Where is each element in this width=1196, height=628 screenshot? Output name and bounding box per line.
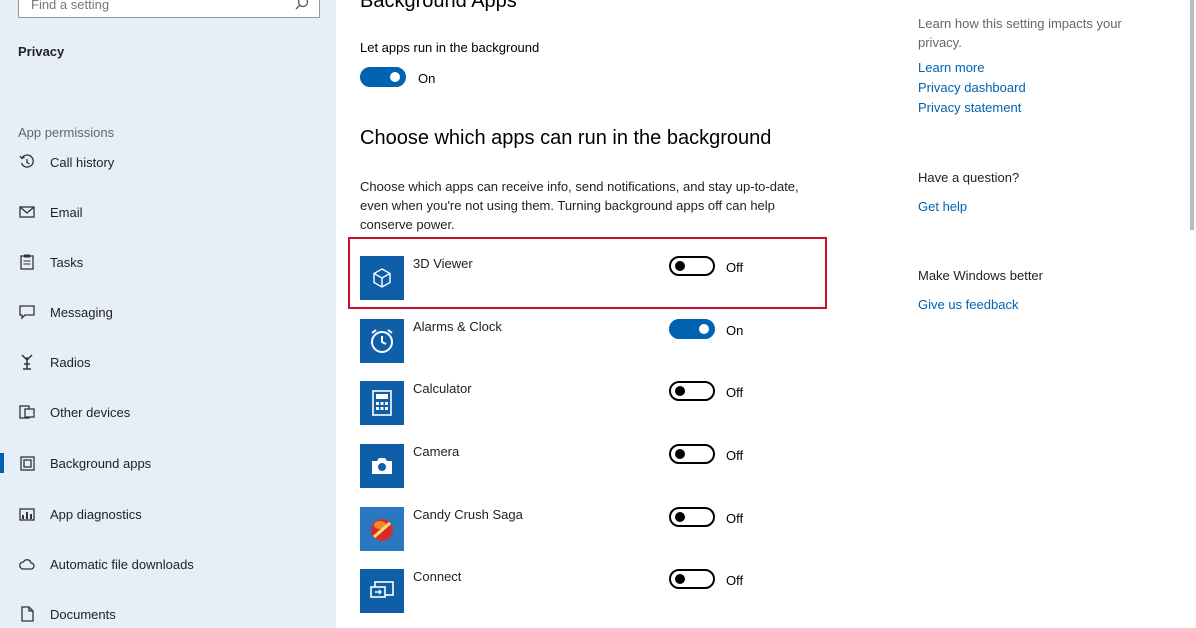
radios-icon [18, 353, 36, 371]
sidebar-item-label: App diagnostics [50, 506, 142, 522]
make-windows-better-heading: Make Windows better [918, 268, 1043, 283]
sidebar-item-other-devices[interactable]: Other devices [0, 392, 336, 432]
app-toggle-alarms-clock[interactable] [669, 319, 715, 339]
sidebar-item-label: Automatic file downloads [50, 556, 194, 572]
app-row-calculator: Calculator Off [360, 375, 830, 425]
connect-icon [360, 569, 404, 613]
app-toggle-candy-crush-saga[interactable] [669, 507, 715, 527]
sidebar-item-tasks[interactable]: Tasks [0, 242, 336, 282]
document-icon [18, 605, 36, 623]
cloud-icon [18, 555, 36, 573]
candy-icon [360, 507, 404, 551]
app-toggle-camera[interactable] [669, 444, 715, 464]
search-icon[interactable] [295, 0, 309, 10]
master-toggle-state: On [418, 71, 436, 86]
learn-more-link[interactable]: Learn more [918, 60, 984, 75]
app-name: Calculator [413, 381, 472, 396]
search-box[interactable]: Find a setting [18, 0, 320, 18]
email-icon [18, 203, 36, 221]
app-toggle-state: On [726, 323, 744, 338]
main-content: Background Apps Let apps run in the back… [336, 0, 896, 628]
app-toggle-state: Off [726, 573, 744, 588]
background-apps-icon [18, 454, 36, 472]
sidebar-item-call-history[interactable]: Call history [0, 142, 336, 182]
app-toggle-state: Off [726, 511, 744, 526]
toggle-knob [675, 449, 685, 459]
search-input[interactable]: Find a setting [31, 0, 109, 12]
sidebar-item-radios[interactable]: Radios [0, 342, 336, 382]
camera-icon [360, 444, 404, 488]
sidebar-item-label: Tasks [50, 254, 84, 270]
app-toggle-connect[interactable] [669, 569, 715, 589]
app-name: Connect [413, 569, 462, 584]
impact-text: Learn how this setting impacts your priv… [918, 16, 1122, 50]
diagnostics-icon [18, 505, 36, 523]
sidebar-item-label: Other devices [50, 404, 131, 420]
history-icon [18, 153, 36, 171]
sidebar-item-documents[interactable]: Documents [0, 594, 336, 628]
get-help-link[interactable]: Get help [918, 199, 967, 214]
tasks-icon [18, 253, 36, 271]
app-row-candy-crush-saga: Candy Crush Saga Off [360, 501, 830, 551]
app-name: Candy Crush Saga [413, 507, 523, 522]
toggle-knob [675, 574, 685, 584]
related-pane: Learn how this setting impacts your priv… [896, 0, 1196, 628]
sidebar-item-label: Background apps [50, 455, 152, 471]
sidebar-item-messaging[interactable]: Messaging [0, 292, 336, 332]
let-apps-label: Let apps run in the background [360, 40, 540, 55]
scrollbar[interactable] [1190, 0, 1194, 230]
section-title: Privacy [18, 44, 65, 59]
section-description: Choose which apps can receive info, send… [360, 179, 799, 232]
give-feedback-link[interactable]: Give us feedback [918, 297, 1018, 312]
app-name: Alarms & Clock [413, 319, 502, 334]
page-title: Background Apps [360, 0, 517, 12]
highlight-box [348, 237, 827, 309]
devices-icon [18, 403, 36, 421]
app-row-alarms-clock: Alarms & Clock On [360, 313, 830, 363]
sidebar-item-label: Radios [50, 354, 91, 370]
toggle-knob [675, 512, 685, 522]
sidebar-item-app-diagnostics[interactable]: App diagnostics [0, 494, 336, 534]
privacy-dashboard-link[interactable]: Privacy dashboard [918, 80, 1026, 95]
question-heading: Have a question? [918, 170, 1020, 185]
privacy-statement-link[interactable]: Privacy statement [918, 100, 1021, 115]
sidebar-item-background-apps[interactable]: Background apps [0, 443, 336, 483]
app-toggle-state: Off [726, 448, 744, 463]
sidebar-item-label: Messaging [50, 304, 113, 320]
app-row-camera: Camera Off [360, 438, 830, 488]
permissions-label: App permissions [18, 125, 115, 140]
sidebar-item-email[interactable]: Email [0, 192, 336, 232]
toggle-knob [390, 72, 400, 82]
app-toggle-calculator[interactable] [669, 381, 715, 401]
sidebar-item-label: Email [50, 204, 83, 220]
clock-icon [360, 319, 404, 363]
sidebar-item-label: Documents [50, 606, 116, 622]
toggle-knob [675, 386, 685, 396]
toggle-knob [699, 324, 709, 334]
app-toggle-state: Off [726, 385, 744, 400]
sidebar-item-label: Call history [50, 154, 115, 170]
section-heading: Choose which apps can run in the backgro… [360, 127, 772, 149]
selection-indicator [0, 453, 4, 473]
sidebar-item-automatic-file-downloads[interactable]: Automatic file downloads [0, 544, 336, 584]
background-apps-master-toggle[interactable] [360, 67, 406, 87]
app-row-connect: Connect Off [360, 563, 830, 613]
sidebar: Find a setting Privacy App permissions C… [0, 0, 336, 628]
calculator-icon [360, 381, 404, 425]
app-name: Camera [413, 444, 460, 459]
messaging-icon [18, 303, 36, 321]
